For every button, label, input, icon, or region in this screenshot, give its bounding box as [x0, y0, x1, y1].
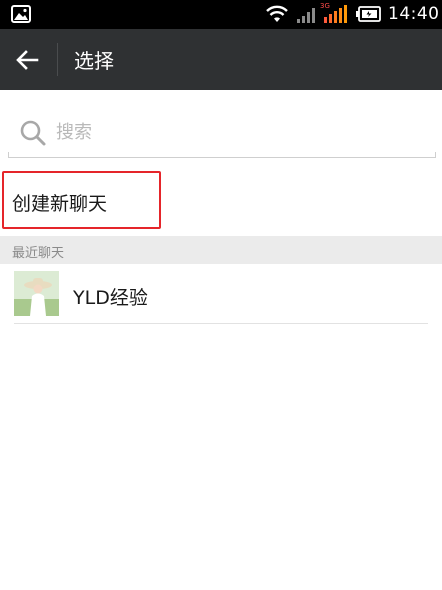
- signal-weak-icon: [297, 8, 315, 23]
- contact-row[interactable]: YLD经验: [0, 264, 442, 324]
- page-title: 选择: [74, 49, 114, 73]
- search-bar: [8, 105, 436, 160]
- screen: 3G 14:40 选择 搜索 创建新聊天 最近聊天 YLD经验: [0, 0, 442, 590]
- row-divider: [14, 323, 428, 324]
- signal-strong-icon: [324, 5, 347, 23]
- gallery-icon: [11, 5, 31, 23]
- wifi-icon: [266, 5, 288, 22]
- search-input[interactable]: [56, 117, 426, 147]
- create-new-chat-item[interactable]: 创建新聊天: [0, 168, 442, 230]
- back-button[interactable]: [0, 29, 54, 90]
- action-bar-divider: [57, 43, 58, 76]
- avatar: [14, 271, 59, 316]
- arrow-left-icon: [16, 49, 39, 70]
- status-time: 14:40: [388, 4, 440, 24]
- action-bar: 选择: [0, 29, 442, 90]
- battery-icon: [356, 6, 381, 22]
- create-new-chat-label: 创建新聊天: [12, 193, 108, 215]
- section-header-recent: 最近聊天: [0, 236, 442, 264]
- status-bar: 3G 14:40: [0, 0, 442, 29]
- avatar-image: [14, 271, 59, 316]
- section-header-label: 最近聊天: [12, 246, 65, 261]
- search-underline: [8, 152, 436, 158]
- search-icon: [20, 120, 46, 146]
- contact-name: YLD经验: [73, 287, 148, 309]
